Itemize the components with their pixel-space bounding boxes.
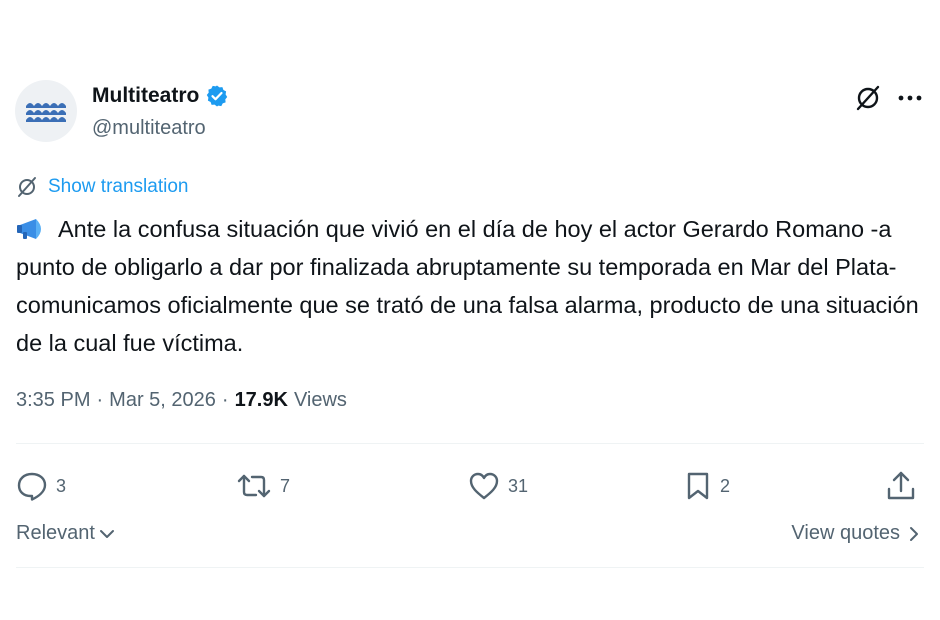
divider — [16, 443, 924, 444]
meta-separator: · — [96, 389, 104, 411]
share-icon — [887, 471, 915, 500]
repost-icon — [237, 474, 271, 498]
tweet-date[interactable]: Mar 5, 2026 — [109, 389, 216, 412]
bookmark-count: 2 — [720, 475, 731, 496]
divider — [16, 567, 924, 568]
views-label: Views — [293, 389, 347, 411]
view-quotes-link[interactable]: View quotes — [791, 522, 920, 545]
megaphone-icon — [17, 219, 41, 239]
more-icon[interactable] — [898, 94, 922, 102]
reply-count: 3 — [56, 475, 67, 496]
tweet-text: Ante la confusa situación que vivió en e… — [16, 210, 921, 362]
like-count: 31 — [508, 475, 529, 496]
like-button[interactable]: 31 — [468, 471, 684, 501]
account-name[interactable]: Multiteatro — [92, 84, 199, 108]
repost-button[interactable]: 7 — [236, 470, 468, 502]
header-actions — [854, 84, 922, 112]
bookmark-button[interactable]: 2 — [684, 470, 884, 502]
account-name-row: Multiteatro — [92, 84, 229, 108]
heart-icon — [469, 472, 499, 500]
share-button[interactable] — [886, 470, 916, 502]
views-count: 17.9K — [234, 389, 288, 411]
view-quotes-label: View quotes — [791, 522, 900, 544]
bookmark-icon — [687, 472, 709, 500]
show-translation-label: Show translation — [48, 176, 189, 197]
reply-button[interactable]: 3 — [16, 470, 236, 502]
sort-label: Relevant — [16, 522, 95, 544]
tweet-time[interactable]: 3:35 PM — [16, 389, 90, 412]
tweet-meta: 3:35 PM · Mar 5, 2026 · 17.9K Views — [16, 389, 347, 412]
tweet-text-content: Ante la confusa situación que vivió en e… — [16, 216, 919, 356]
reply-icon — [17, 472, 47, 501]
meta-separator: · — [221, 389, 229, 411]
tweet-actions: 3 7 31 2 — [16, 466, 916, 506]
account-handle[interactable]: @multiteatro — [92, 117, 206, 140]
repost-count: 7 — [280, 475, 291, 496]
verified-badge-icon — [207, 85, 228, 107]
translate-icon — [18, 177, 36, 197]
chevron-right-icon — [910, 526, 918, 541]
multiteatro-logo-icon — [26, 103, 66, 122]
grok-icon[interactable] — [854, 84, 882, 112]
chevron-down-icon — [99, 529, 114, 538]
show-translation-link[interactable]: Show translation — [16, 176, 188, 198]
sort-dropdown[interactable]: Relevant — [16, 522, 115, 545]
avatar[interactable] — [15, 80, 77, 142]
